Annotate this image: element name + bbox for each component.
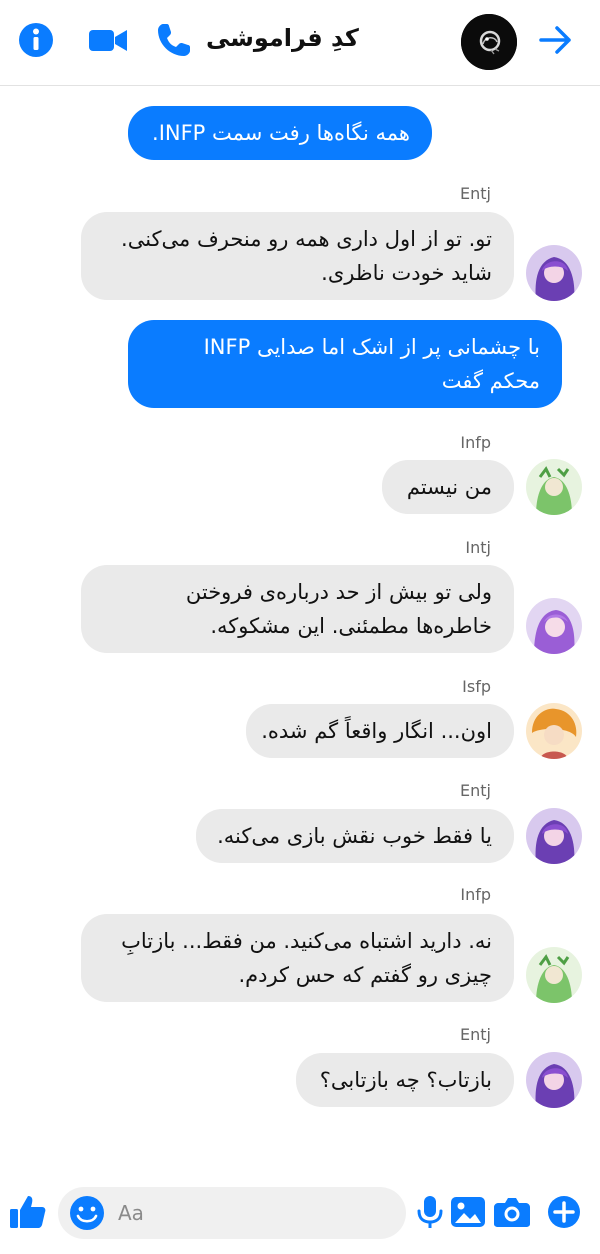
like-icon[interactable] [8,1192,48,1232]
message-text: چیزی رو گفتم که حس کردم. [238,963,492,987]
incoming-message-bubble[interactable]: بازتاب؟ چه بازتابی؟ [296,1053,514,1107]
emoji-icon[interactable] [68,1194,106,1232]
message-text: نه. دارید اشتباه می‌کنید. من فقط... بازت… [121,929,492,953]
add-icon[interactable] [544,1192,584,1232]
incoming-message-bubble[interactable]: تو. تو از اول داری همه رو منحرف می‌کنی. … [81,212,514,300]
message-text: اون... انگار واقعاً گم شده. [261,719,492,743]
message-text: بازتاب؟ چه بازتابی؟ [319,1068,492,1092]
chat-title: کدِ فراموشی [206,24,359,52]
message-text: خاطره‌ها مطمئنی. این مشکوکه. [210,614,492,638]
image-icon[interactable] [448,1192,488,1232]
message-composer [0,1176,600,1254]
message-text: همه نگاه‌ها رفت سمت INFP. [152,121,410,145]
incoming-message-bubble[interactable]: یا فقط خوب نقش بازی می‌کنه. [196,809,514,863]
microphone-icon[interactable] [410,1192,450,1232]
phone-call-icon[interactable] [154,20,194,60]
message-text: یا فقط خوب نقش بازی می‌کنه. [217,824,492,848]
message-text: من نیستم [406,475,492,499]
message-text: ولی تو بیش از حد درباره‌ی فروختن [185,580,492,604]
info-icon[interactable] [16,20,56,60]
avatar[interactable] [526,808,582,864]
forward-arrow-icon[interactable] [536,20,576,60]
incoming-message-bubble[interactable]: اون... انگار واقعاً گم شده. [246,704,514,758]
avatar[interactable] [526,459,582,515]
sender-name: Entj [460,1025,491,1044]
avatar[interactable] [526,703,582,759]
avatar[interactable] [526,947,582,1003]
message-text: تو. تو از اول داری همه رو منحرف می‌کنی. [121,227,492,251]
sender-name: Entj [460,184,491,203]
message-text: با چشمانی پر از اشک اما صدایی INFP [203,335,540,359]
incoming-message-bubble[interactable]: من نیستم [382,460,514,514]
group-avatar[interactable] [461,14,517,70]
outgoing-message-bubble[interactable]: همه نگاه‌ها رفت سمت INFP. [128,106,432,160]
sender-name: Entj [460,781,491,800]
avatar[interactable] [526,1052,582,1108]
camera-icon[interactable] [492,1192,532,1232]
video-call-icon[interactable] [88,20,128,60]
avatar[interactable] [526,245,582,301]
avatar[interactable] [526,598,582,654]
chat-header: کدِ فراموشی [0,0,600,86]
sender-name: Infp [460,885,491,904]
sender-name: Intj [465,538,491,557]
message-text: محکم گفت [441,369,540,393]
sender-name: Isfp [462,677,491,696]
message-text: شاید خودت ناظری. [321,261,492,285]
incoming-message-bubble[interactable]: نه. دارید اشتباه می‌کنید. من فقط... بازت… [81,914,514,1002]
message-input[interactable] [116,1193,396,1233]
outgoing-message-bubble[interactable]: با چشمانی پر از اشک اما صدایی INFP محکم … [128,320,562,408]
incoming-message-bubble[interactable]: ولی تو بیش از حد درباره‌ی فروختن خاطره‌ه… [81,565,514,653]
sender-name: Infp [460,433,491,452]
message-input-container [58,1187,406,1239]
